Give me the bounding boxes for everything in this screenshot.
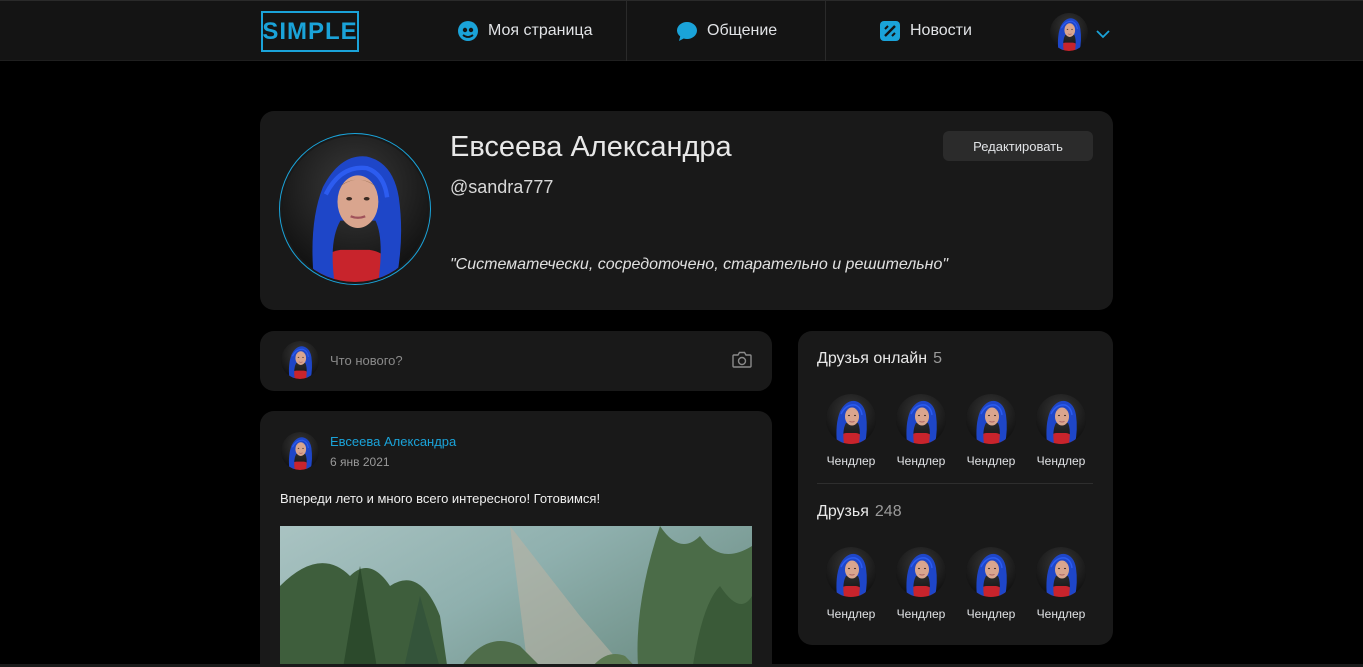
friends-online-count: 5 xyxy=(933,350,942,367)
friends-title: Друзья xyxy=(817,503,869,520)
news-icon xyxy=(879,20,901,42)
header-avatar[interactable] xyxy=(1050,13,1088,51)
friend-name: Чендлер xyxy=(896,454,946,468)
wall-post: Евсеева Александра 6 янв 2021 Впереди ле… xyxy=(260,411,772,667)
friend-name: Чендлер xyxy=(826,607,876,621)
friends-count: 248 xyxy=(874,503,902,520)
nav-divider xyxy=(825,1,826,61)
nav-chat[interactable]: Общение xyxy=(676,1,777,61)
profile-avatar[interactable] xyxy=(282,136,428,282)
nav-news[interactable]: Новости xyxy=(879,1,972,61)
profile-name: Евсеева Александра xyxy=(450,131,732,163)
friend-item[interactable]: Чендлер xyxy=(1026,394,1096,468)
edit-profile-button[interactable]: Редактировать xyxy=(943,131,1093,161)
nav-my-page[interactable]: Моя страница xyxy=(457,1,592,61)
section-divider xyxy=(817,483,1093,484)
post-text: Впереди лето и много всего интересного! … xyxy=(280,491,601,506)
nav-label: Общение xyxy=(707,22,778,39)
friend-item[interactable]: Чендлер xyxy=(816,547,886,621)
new-post-input[interactable] xyxy=(330,349,710,371)
composer-avatar xyxy=(281,341,319,379)
friends-online-header[interactable]: Друзья онлайн 5 xyxy=(817,350,942,368)
site-logo[interactable]: SIMPLE xyxy=(261,11,359,52)
friends-header[interactable]: Друзья 248 xyxy=(817,503,902,521)
friends-online-title: Друзья онлайн xyxy=(817,350,928,367)
friend-avatar xyxy=(826,547,876,597)
friend-item[interactable]: Чендлер xyxy=(956,547,1026,621)
profile-card: Евсеева Александра @sandra777 "Системате… xyxy=(260,111,1113,310)
post-author-avatar[interactable] xyxy=(281,432,319,470)
friend-avatar xyxy=(1036,547,1086,597)
friend-name: Чендлер xyxy=(1036,607,1086,621)
friend-avatar xyxy=(896,394,946,444)
post-author-link[interactable]: Евсеева Александра xyxy=(330,434,456,449)
post-photo[interactable] xyxy=(280,526,752,667)
nav-divider xyxy=(626,1,627,61)
friends-list: Чендлер Чендлер Чендлер Чендлер xyxy=(816,547,1096,621)
friend-name: Чендлер xyxy=(966,454,1016,468)
profile-avatar-ring xyxy=(279,133,431,285)
friend-item[interactable]: Чендлер xyxy=(956,394,1026,468)
friend-item[interactable]: Чендлер xyxy=(886,394,956,468)
friend-name: Чендлер xyxy=(1036,454,1086,468)
chat-bubble-icon xyxy=(676,20,698,42)
post-date: 6 янв 2021 xyxy=(330,455,390,469)
nav-label: Моя страница xyxy=(488,22,593,39)
profile-handle: @sandra777 xyxy=(450,177,554,197)
camera-icon[interactable] xyxy=(732,351,752,373)
friend-name: Чендлер xyxy=(966,607,1016,621)
new-post-composer xyxy=(260,331,772,391)
friend-avatar xyxy=(896,547,946,597)
friend-avatar xyxy=(826,394,876,444)
friend-avatar xyxy=(966,547,1016,597)
nav-label: Новости xyxy=(910,22,972,39)
friends-widget: Друзья онлайн 5 Чендлер Чендлер Чендлер Ч… xyxy=(798,331,1113,645)
profile-status-quote: "Систематечески, сосредоточено, старател… xyxy=(450,256,949,273)
friend-avatar xyxy=(1036,394,1086,444)
friend-name: Чендлер xyxy=(896,607,946,621)
friend-name: Чендлер xyxy=(826,454,876,468)
friend-item[interactable]: Чендлер xyxy=(886,547,956,621)
friends-online-list: Чендлер Чендлер Чендлер Чендлер xyxy=(816,394,1096,468)
profile-icon xyxy=(457,20,479,42)
chevron-down-icon[interactable] xyxy=(1096,26,1110,44)
friend-avatar xyxy=(966,394,1016,444)
friend-item[interactable]: Чендлер xyxy=(816,394,886,468)
top-navigation-bar: SIMPLE Моя страница Общение Новости xyxy=(0,0,1363,61)
friend-item[interactable]: Чендлер xyxy=(1026,547,1096,621)
